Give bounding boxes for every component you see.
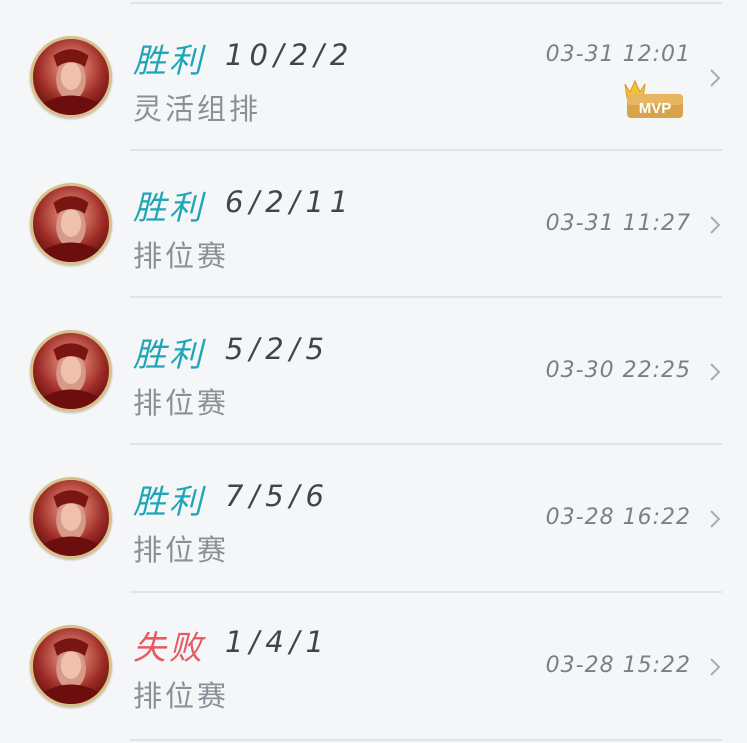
divider xyxy=(130,739,722,741)
champion-portrait-icon xyxy=(42,196,100,262)
match-kda: 1/4/1 xyxy=(225,625,330,659)
match-row[interactable]: 胜利 6/2/11 排位赛 03-31 11:27 xyxy=(0,151,747,297)
champion-portrait-icon xyxy=(42,490,100,556)
match-time: 03-30 22:25 xyxy=(545,358,691,383)
match-kda: 7/5/6 xyxy=(225,479,330,513)
match-result: 胜利 xyxy=(133,482,205,521)
match-row[interactable]: 失败 1/4/1 排位赛 03-28 15:22 xyxy=(0,593,747,739)
match-history-list: 胜利 10/2/2 灵活组排 03-31 12:01 MVP 胜利 6/2/11… xyxy=(0,0,747,743)
match-mode: 排位赛 xyxy=(133,679,230,713)
champion-avatar xyxy=(30,183,112,265)
match-mode: 排位赛 xyxy=(133,239,230,273)
mvp-badge-label: MVP xyxy=(639,100,672,117)
match-result: 失败 xyxy=(133,628,205,667)
match-time: 03-31 11:27 xyxy=(545,211,691,236)
match-result: 胜利 xyxy=(133,41,205,80)
champion-portrait-icon xyxy=(42,638,100,704)
champion-portrait-icon xyxy=(42,343,100,409)
chevron-right-icon xyxy=(710,510,721,528)
chevron-right-icon xyxy=(710,69,721,87)
match-time: 03-31 12:01 xyxy=(545,42,691,67)
champion-avatar xyxy=(30,330,112,412)
match-mode: 排位赛 xyxy=(133,533,230,567)
chevron-right-icon xyxy=(710,363,721,381)
match-mode: 排位赛 xyxy=(133,386,230,420)
match-row[interactable]: 胜利 7/5/6 排位赛 03-28 16:22 xyxy=(0,445,747,591)
match-result: 胜利 xyxy=(133,188,205,227)
match-result: 胜利 xyxy=(133,335,205,374)
champion-avatar xyxy=(30,477,112,559)
match-row[interactable]: 胜利 5/2/5 排位赛 03-30 22:25 xyxy=(0,298,747,444)
match-time: 03-28 15:22 xyxy=(545,653,691,678)
match-kda: 10/2/2 xyxy=(225,38,355,72)
match-kda: 6/2/11 xyxy=(225,185,355,219)
chevron-right-icon xyxy=(710,658,721,676)
match-mode: 灵活组排 xyxy=(133,92,262,126)
chevron-right-icon xyxy=(710,216,721,234)
match-kda: 5/2/5 xyxy=(225,332,330,366)
champion-avatar xyxy=(30,36,112,118)
mvp-crown-icon: MVP xyxy=(624,79,683,118)
match-time: 03-28 16:22 xyxy=(545,505,691,530)
champion-portrait-icon xyxy=(42,49,100,115)
champion-avatar xyxy=(30,625,112,707)
match-row[interactable]: 胜利 10/2/2 灵活组排 03-31 12:01 MVP xyxy=(0,4,747,150)
